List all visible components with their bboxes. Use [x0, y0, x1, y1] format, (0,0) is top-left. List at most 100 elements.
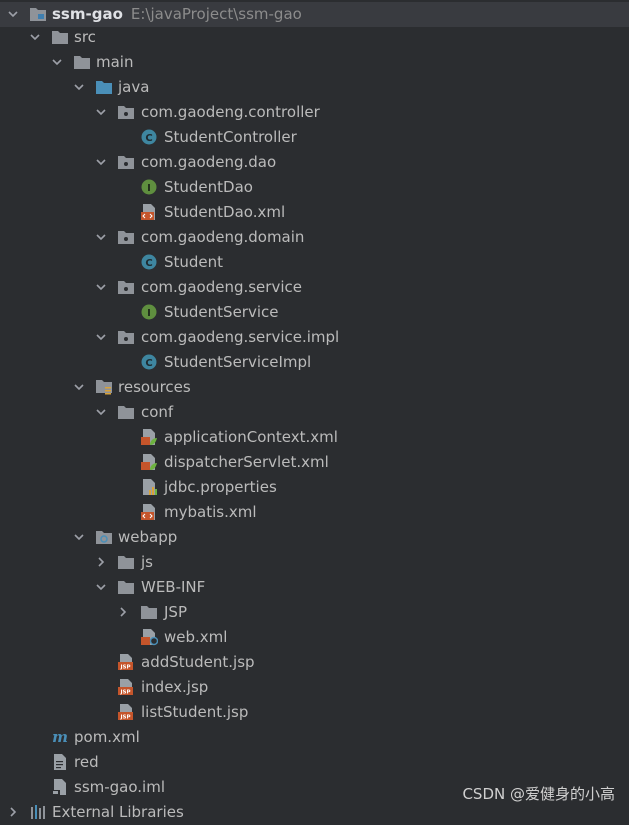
chevron-down-icon[interactable]	[50, 55, 64, 69]
tree-row-student-controller[interactable]: C StudentController	[0, 125, 629, 150]
tree-row-list-student-jsp[interactable]: JSP listStudent.jsp	[0, 700, 629, 725]
tree-label-web-inf: WEB-INF	[141, 578, 206, 596]
package-icon	[117, 278, 135, 296]
tree-row-conf[interactable]: conf	[0, 400, 629, 425]
chevron-down-icon[interactable]	[6, 7, 20, 21]
tree-label-dispatcher-servlet: dispatcherServlet.xml	[164, 453, 329, 471]
svg-text:C: C	[145, 133, 152, 144]
chevron-down-icon[interactable]	[94, 280, 108, 294]
svg-text:m: m	[52, 729, 68, 745]
tree-row-pkg-service-impl[interactable]: com.gaodeng.service.impl	[0, 325, 629, 350]
chevron-down-icon[interactable]	[72, 380, 86, 394]
tree-row-web-inf[interactable]: WEB-INF	[0, 575, 629, 600]
tree-row-index-jsp[interactable]: JSP index.jsp	[0, 675, 629, 700]
tree-label-pkg-service: com.gaodeng.service	[141, 278, 302, 296]
svg-text:C: C	[145, 258, 152, 269]
tree-label-index-jsp: index.jsp	[141, 678, 209, 696]
jsp-file-icon: JSP	[117, 653, 135, 671]
module-file-icon	[51, 778, 69, 796]
chevron-down-icon[interactable]	[94, 230, 108, 244]
folder-icon	[140, 603, 158, 621]
spring-xml-icon	[140, 428, 158, 446]
tree-row-red[interactable]: red	[0, 750, 629, 775]
properties-file-icon	[140, 478, 158, 496]
text-file-icon	[51, 753, 69, 771]
tree-label-webapp: webapp	[118, 528, 178, 546]
project-tree: ssm-gao E:\javaProject\ssm-gao src main j…	[0, 0, 629, 825]
svg-text:JSP: JSP	[119, 690, 130, 696]
tree-row-application-context[interactable]: applicationContext.xml	[0, 425, 629, 450]
tree-row-main[interactable]: main	[0, 50, 629, 75]
tree-row-pkg-dao[interactable]: com.gaodeng.dao	[0, 150, 629, 175]
svg-text:JSP: JSP	[119, 665, 130, 671]
svg-text:C: C	[145, 358, 152, 369]
source-folder-icon	[95, 78, 113, 96]
tree-row-dispatcher-servlet[interactable]: dispatcherServlet.xml	[0, 450, 629, 475]
tree-row-student-dao[interactable]: I StudentDao	[0, 175, 629, 200]
tree-label-mybatis-xml: mybatis.xml	[164, 503, 257, 521]
tree-row-js[interactable]: js	[0, 550, 629, 575]
chevron-right-icon[interactable]	[6, 805, 20, 819]
tree-row-student-service-impl[interactable]: C StudentServiceImpl	[0, 350, 629, 375]
chevron-right-icon[interactable]	[94, 555, 108, 569]
folder-icon	[51, 28, 69, 46]
chevron-down-icon[interactable]	[72, 80, 86, 94]
tree-row-web-xml[interactable]: web.xml	[0, 625, 629, 650]
tree-label-resources: resources	[118, 378, 191, 396]
tree-row-webapp[interactable]: webapp	[0, 525, 629, 550]
tree-row-pom-xml[interactable]: m pom.xml	[0, 725, 629, 750]
tree-row-resources[interactable]: resources	[0, 375, 629, 400]
tree-row-add-student-jsp[interactable]: JSP addStudent.jsp	[0, 650, 629, 675]
chevron-down-icon[interactable]	[94, 405, 108, 419]
tree-label-main: main	[96, 53, 134, 71]
svg-text:I: I	[147, 308, 151, 319]
tree-row-pkg-controller[interactable]: com.gaodeng.controller	[0, 100, 629, 125]
folder-icon	[73, 53, 91, 71]
chevron-down-icon[interactable]	[94, 105, 108, 119]
tree-row-pkg-service[interactable]: com.gaodeng.service	[0, 275, 629, 300]
tree-label-pkg-controller: com.gaodeng.controller	[141, 103, 320, 121]
xml-file-icon	[140, 503, 158, 521]
tree-label-student: Student	[164, 253, 224, 271]
tree-label-student-dao-xml: StudentDao.xml	[164, 203, 286, 221]
tree-label-student-service: StudentService	[164, 303, 279, 321]
web-folder-icon	[95, 528, 113, 546]
tree-row-project-root[interactable]: ssm-gao E:\javaProject\ssm-gao	[0, 2, 629, 27]
jsp-file-icon: JSP	[117, 703, 135, 721]
tree-label-web-xml: web.xml	[164, 628, 228, 646]
class-icon: C	[140, 128, 158, 146]
module-folder-icon	[29, 5, 47, 23]
tree-row-java[interactable]: java	[0, 75, 629, 100]
chevron-down-icon[interactable]	[28, 30, 42, 44]
tree-row-student-dao-xml[interactable]: StudentDao.xml	[0, 200, 629, 225]
package-icon	[117, 328, 135, 346]
resources-folder-icon	[95, 378, 113, 396]
tree-row-jdbc-properties[interactable]: jdbc.properties	[0, 475, 629, 500]
chevron-down-icon[interactable]	[94, 580, 108, 594]
tree-row-student[interactable]: C Student	[0, 250, 629, 275]
jsp-file-icon: JSP	[117, 678, 135, 696]
class-icon: C	[140, 253, 158, 271]
tree-row-jsp-folder[interactable]: JSP	[0, 600, 629, 625]
tree-label-js: js	[141, 553, 153, 571]
maven-icon: m	[51, 728, 69, 746]
tree-row-src[interactable]: src	[0, 25, 629, 50]
chevron-down-icon[interactable]	[94, 155, 108, 169]
interface-icon: I	[140, 178, 158, 196]
chevron-down-icon[interactable]	[94, 330, 108, 344]
tree-label-student-service-impl: StudentServiceImpl	[164, 353, 312, 371]
chevron-down-icon[interactable]	[72, 530, 86, 544]
chevron-right-icon[interactable]	[116, 605, 130, 619]
tree-row-pkg-domain[interactable]: com.gaodeng.domain	[0, 225, 629, 250]
xml-file-icon	[140, 203, 158, 221]
tree-row-mybatis-xml[interactable]: mybatis.xml	[0, 500, 629, 525]
tree-label-src: src	[74, 28, 96, 46]
svg-text:I: I	[147, 183, 151, 194]
package-icon	[117, 153, 135, 171]
tree-label-jdbc-properties: jdbc.properties	[164, 478, 277, 496]
tree-label-pkg-dao: com.gaodeng.dao	[141, 153, 277, 171]
tree-label-student-dao: StudentDao	[164, 178, 253, 196]
tree-label-add-student-jsp: addStudent.jsp	[141, 653, 255, 671]
tree-row-student-service[interactable]: I StudentService	[0, 300, 629, 325]
tree-label-ssm-gao-iml: ssm-gao.iml	[74, 778, 165, 796]
